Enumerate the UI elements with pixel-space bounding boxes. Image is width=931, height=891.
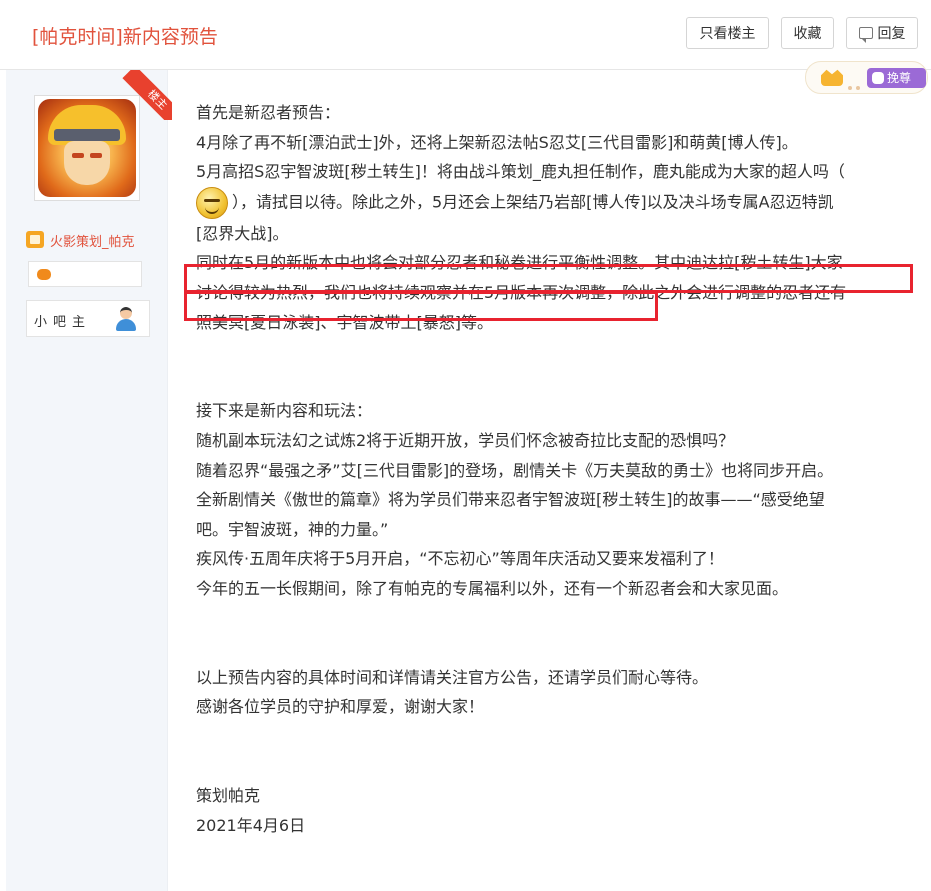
reply-button[interactable]: 回复 bbox=[846, 17, 918, 49]
moderator-icon bbox=[115, 307, 137, 331]
author-sidebar: 楼主 火影策划_帕克 小吧主 bbox=[6, 70, 172, 891]
post-line: 今年的五一长假期间，除了有帕克的专属福利以外，还有一个新忍者会和大家见面。 bbox=[196, 578, 789, 598]
reply-button-label: 回复 bbox=[877, 26, 906, 42]
highlight-box bbox=[184, 291, 658, 321]
crown-icon bbox=[821, 69, 843, 86]
author-username[interactable]: 火影策划_帕克 bbox=[50, 231, 135, 250]
vip-badge-bar[interactable]: 挽尊 bbox=[805, 61, 928, 94]
game-controller-icon bbox=[37, 269, 51, 280]
post-content: 首先是新忍者预告： 4月除了再不斩[漂泊武士]外，还将上架新忍法帖S忍艾[三代目… bbox=[196, 98, 911, 840]
post-line: 随着忍界“最强之矛”艾[三代目雷影]的登场，剧情关卡《万夫莫敌的勇士》也将同步开… bbox=[196, 460, 834, 480]
owner-ribbon: 楼主 bbox=[122, 70, 172, 120]
game-badge[interactable] bbox=[28, 261, 142, 287]
thread-header: [帕克时间]新内容预告 只看楼主 收藏 回复 bbox=[0, 0, 931, 70]
post-line: [忍界大战]。 bbox=[196, 223, 289, 243]
post-line: 4月除了再不斩[漂泊武士]外，还将上架新忍法帖S忍艾[三代目雷影]和萌黄[博人传… bbox=[196, 132, 798, 152]
role-label: 小吧主 bbox=[34, 315, 92, 330]
paw-icon bbox=[872, 72, 884, 84]
thread-title: [帕克时间]新内容预告 bbox=[32, 26, 218, 48]
owner-ribbon-label: 楼主 bbox=[122, 70, 172, 120]
only-owner-button[interactable]: 只看楼主 bbox=[686, 17, 769, 49]
post-line: 接下来是新内容和玩法： bbox=[196, 401, 373, 421]
post-line-text: ），请拭目以待。除此之外，5月还会上架结乃岩部[博人传]以及决斗场专属A忍迈特凯 bbox=[232, 192, 834, 212]
post-line: 首先是新忍者预告： bbox=[196, 103, 341, 122]
dot-icon bbox=[856, 86, 860, 90]
vip-badge[interactable]: 挽尊 bbox=[867, 68, 926, 88]
role-badge: 小吧主 bbox=[26, 300, 150, 337]
dot-icon bbox=[848, 86, 852, 90]
post-line: 疾风传·五周年庆将于5月开启，“不忘初心”等周年庆活动又要来发福利了！ bbox=[196, 549, 724, 569]
level-icon bbox=[26, 231, 44, 248]
post-line: ），请拭目以待。除此之外，5月还会上架结乃岩部[博人传]以及决斗场专属A忍迈特凯 bbox=[196, 186, 911, 219]
post-line: 随机副本玩法幻之试炼2将于近期开放，学员们怀念被奇拉比支配的恐惧吗？ bbox=[196, 430, 735, 450]
post-line: 以上预告内容的具体时间和详情请关注官方公告，还请学员们耐心等待。 bbox=[196, 667, 709, 687]
post-date: 2021年4月6日 bbox=[196, 815, 306, 835]
post-line: 全新剧情关《傲世的篇章》将为学员们带来忍者宇智波斑[秽土转生]的故事——“感受绝… bbox=[196, 490, 825, 510]
reply-bubble-icon bbox=[858, 27, 873, 43]
post-line: 5月高招S忍宇智波斑[秽土转生]！将由战斗策划_鹿丸担任制作，鹿丸能成为大家的超… bbox=[196, 162, 845, 182]
favorite-button[interactable]: 收藏 bbox=[781, 17, 834, 49]
smile-emoji-icon bbox=[196, 186, 228, 219]
post-line: 吧。宇智波斑，神的力量。” bbox=[196, 519, 389, 539]
post-signature: 策划帕克 bbox=[196, 786, 261, 806]
vip-badge-label: 挽尊 bbox=[887, 71, 912, 85]
highlight-box bbox=[184, 264, 913, 293]
post-line: 感谢各位学员的守护和厚爱，谢谢大家！ bbox=[196, 697, 485, 717]
